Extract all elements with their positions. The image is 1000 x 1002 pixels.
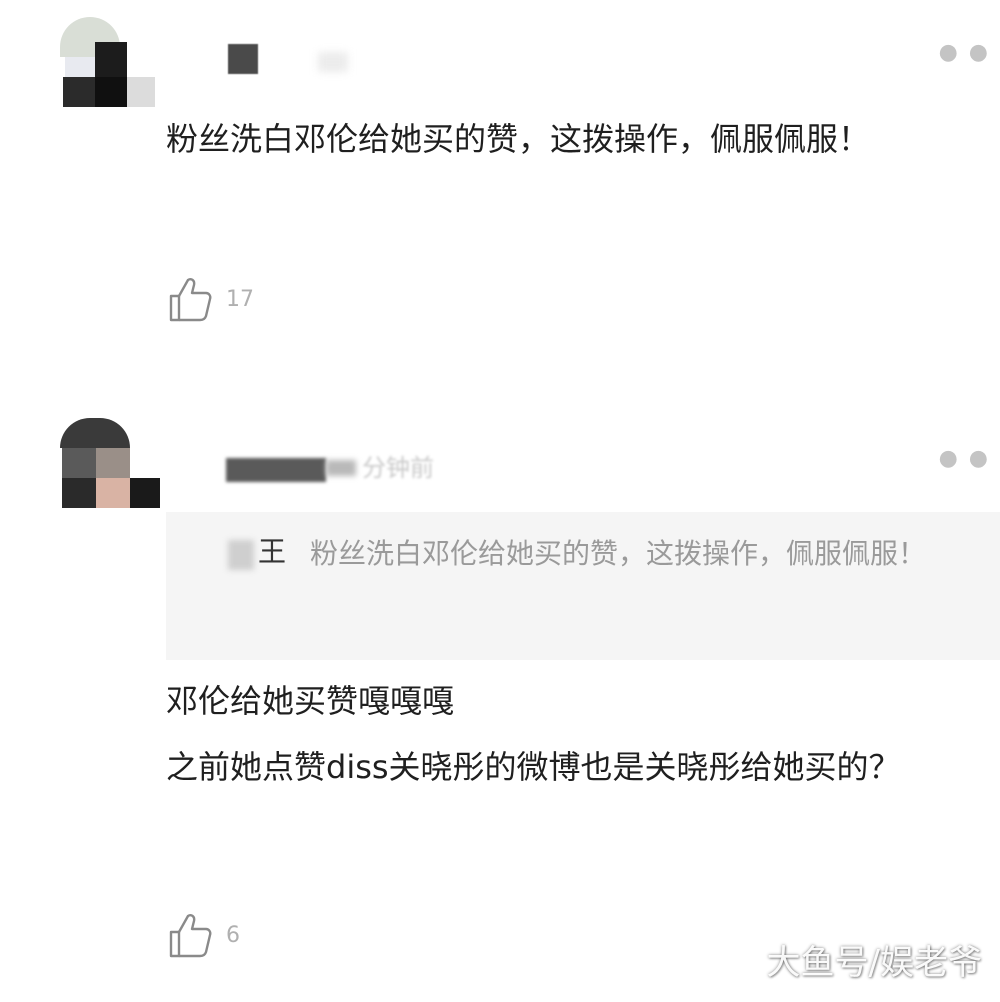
like-count: 6 [226,922,240,948]
more-dots-icon[interactable]: ● ● [939,446,990,471]
avatar[interactable] [45,12,155,122]
username[interactable] [226,458,326,482]
like-button[interactable]: 17 [168,276,254,322]
thumbs-up-icon [168,912,212,958]
avatar[interactable] [50,418,160,528]
quoted-comment[interactable]: 王 粉丝洗白邓伦给她买的赞，这拨操作，佩服佩服！ [166,512,1000,660]
more-dots-icon[interactable]: ● ● [939,40,990,65]
watermark: 大鱼号/娱老爷 [766,943,982,983]
username-blur-2 [326,460,356,476]
like-button[interactable]: 6 [168,912,240,958]
time-blur [318,52,348,72]
like-count: 17 [226,286,254,312]
username[interactable] [228,44,258,74]
comment-card: 分钟前 ● ● 王 粉丝洗白邓伦给她买的赞，这拨操作，佩服佩服！ 邓伦给她买赞嘎… [0,400,1000,1002]
comment-time: 分钟前 [362,454,434,482]
thumbs-up-icon [168,276,212,322]
comment-text: 邓伦给她买赞嘎嘎嘎 之前她点赞diss关晓彤的微博也是关晓彤给她买的？ [166,682,901,786]
comment-card: ● ● 粉丝洗白邓伦给她买的赞，这拨操作，佩服佩服！ 17 [0,0,1000,380]
comment-text: 粉丝洗白邓伦给她买的赞，这拨操作，佩服佩服！ [166,120,871,158]
quote-text: 粉丝洗白邓伦给她买的赞，这拨操作，佩服佩服！ [310,537,927,570]
